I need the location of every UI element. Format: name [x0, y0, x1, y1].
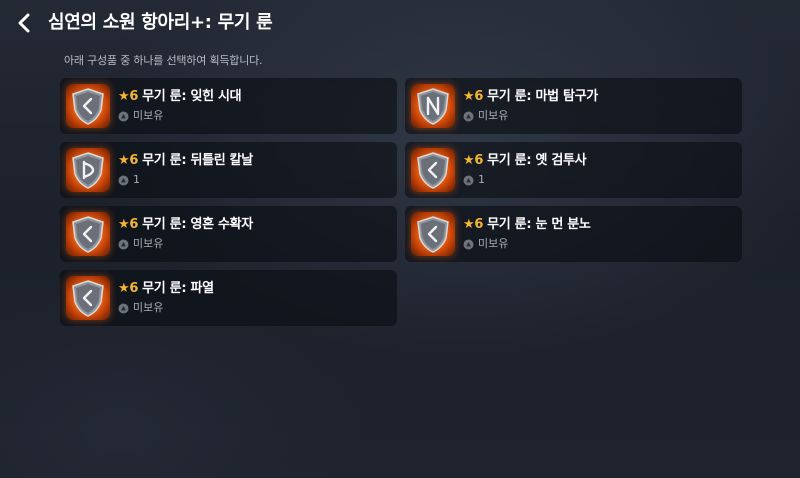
rune-name: ★6 무기 룬: 뒤틀린 칼날	[118, 153, 253, 169]
owned-count: 미보유	[133, 109, 164, 122]
rune-name-label: 무기 룬: 마법 탐구가	[487, 89, 598, 104]
shield-rune-icon	[417, 216, 449, 253]
rune-name: ★6 무기 룬: 영혼 수확자	[118, 217, 253, 233]
rune-icon	[66, 84, 110, 128]
owned-count: 미보유	[133, 237, 164, 250]
rune-icon	[66, 276, 110, 320]
owned-status: 1	[118, 173, 140, 187]
header: 심연의 소원 항아리+: 무기 룬	[0, 0, 800, 48]
star-icon: ★	[463, 153, 475, 168]
rune-name-label: 무기 룬: 옛 검투사	[487, 153, 587, 168]
star-icon: ★	[118, 281, 130, 296]
owned-status: 미보유	[118, 109, 163, 123]
owned-count: 1	[478, 173, 485, 186]
rune-grade: 6	[129, 217, 139, 232]
rune-icon	[411, 212, 455, 256]
rune-name-label: 무기 룬: 잊힌 시대	[142, 89, 242, 104]
chevron-left-icon	[18, 13, 30, 33]
rune-grade: 6	[129, 153, 139, 168]
inventory-icon	[118, 175, 129, 185]
owned-count: 미보유	[478, 237, 509, 250]
star-icon: ★	[118, 89, 130, 104]
star-icon: ★	[463, 217, 475, 232]
star-icon: ★	[118, 153, 130, 168]
owned-count: 1	[133, 173, 140, 186]
inventory-icon	[463, 239, 474, 249]
owned-status: 미보유	[118, 301, 163, 315]
shield-rune-icon	[417, 88, 449, 125]
rune-grade: 6	[474, 89, 484, 104]
rune-grade: 6	[474, 217, 484, 232]
owned-status: 미보유	[463, 109, 508, 123]
rune-icon	[411, 148, 455, 192]
rune-option-card-6[interactable]: ★6 무기 룬: 눈 먼 분노 미보유	[405, 206, 742, 262]
rune-name: ★6 무기 룬: 눈 먼 분노	[463, 217, 591, 233]
rune-option-card-7[interactable]: ★6 무기 룬: 파열 미보유	[60, 270, 397, 326]
owned-status: 미보유	[463, 237, 508, 251]
inventory-icon	[118, 239, 129, 249]
rune-name: ★6 무기 룬: 옛 검투사	[463, 153, 587, 169]
rune-name-label: 무기 룬: 영혼 수확자	[142, 217, 253, 232]
rune-list: ★6 무기 룬: 잊힌 시대 미보유 ★6 무기 룬: 마법 탐구가 미보유 ★…	[60, 78, 742, 326]
shield-rune-icon	[72, 216, 104, 253]
rune-grade: 6	[129, 89, 139, 104]
star-icon: ★	[118, 217, 130, 232]
rune-selection-screen: 심연의 소원 항아리+: 무기 룬 아래 구성품 중 하나를 선택하여 획득합니…	[0, 0, 800, 478]
rune-icon	[411, 84, 455, 128]
owned-status: 미보유	[118, 237, 163, 251]
shield-rune-icon	[72, 280, 104, 317]
rune-option-card-3[interactable]: ★6 무기 룬: 뒤틀린 칼날 1	[60, 142, 397, 198]
shield-rune-icon	[72, 152, 104, 189]
inventory-icon	[463, 111, 474, 121]
rune-name-label: 무기 룬: 파열	[142, 281, 214, 296]
back-button[interactable]	[12, 11, 36, 35]
rune-option-card-4[interactable]: ★6 무기 룬: 옛 검투사 1	[405, 142, 742, 198]
rune-grade: 6	[474, 153, 484, 168]
rune-option-card-2[interactable]: ★6 무기 룬: 마법 탐구가 미보유	[405, 78, 742, 134]
instruction-text: 아래 구성품 중 하나를 선택하여 획득합니다.	[64, 54, 263, 67]
owned-status: 1	[463, 173, 485, 187]
rune-name: ★6 무기 룬: 잊힌 시대	[118, 89, 242, 105]
rune-icon	[66, 212, 110, 256]
page-title: 심연의 소원 항아리+: 무기 룬	[48, 12, 273, 33]
rune-icon	[66, 148, 110, 192]
rune-option-card-5[interactable]: ★6 무기 룬: 영혼 수확자 미보유	[60, 206, 397, 262]
shield-rune-icon	[417, 152, 449, 189]
star-icon: ★	[463, 89, 475, 104]
rune-name-label: 무기 룬: 눈 먼 분노	[487, 217, 591, 232]
owned-count: 미보유	[133, 301, 164, 314]
rune-option-card-1[interactable]: ★6 무기 룬: 잊힌 시대 미보유	[60, 78, 397, 134]
shield-rune-icon	[72, 88, 104, 125]
rune-name: ★6 무기 룬: 파열	[118, 281, 214, 297]
inventory-icon	[118, 111, 129, 121]
owned-count: 미보유	[478, 109, 509, 122]
inventory-icon	[463, 175, 474, 185]
inventory-icon	[118, 303, 129, 313]
rune-grade: 6	[129, 281, 139, 296]
rune-name: ★6 무기 룬: 마법 탐구가	[463, 89, 598, 105]
rune-name-label: 무기 룬: 뒤틀린 칼날	[142, 153, 253, 168]
